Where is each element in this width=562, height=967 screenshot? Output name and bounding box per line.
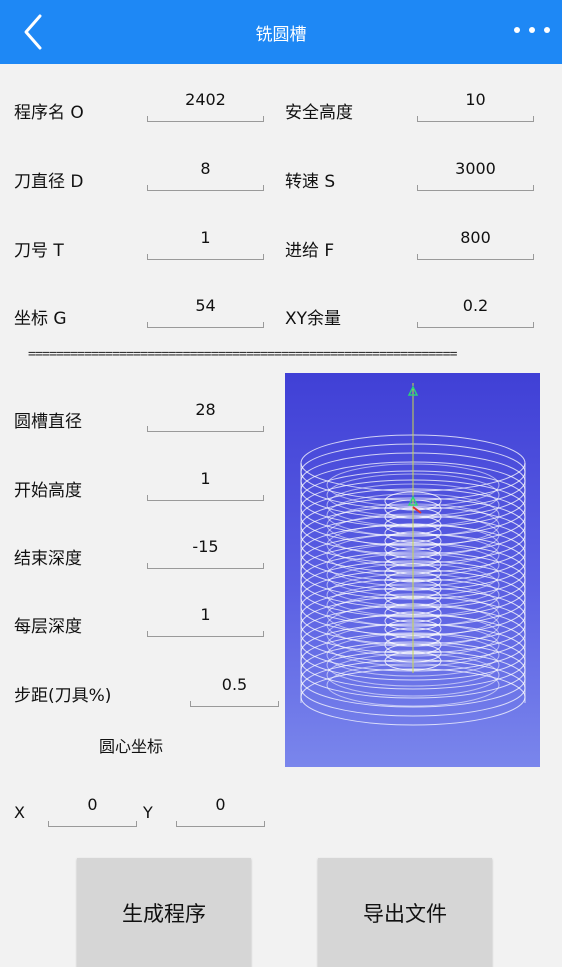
export-file-button[interactable]: 导出文件 — [318, 858, 492, 967]
step-over-field[interactable]: 0.5 — [190, 675, 279, 707]
page-title: 铣圆槽 — [255, 25, 307, 45]
program-name-label: 程序名 O — [14, 103, 84, 123]
xy-allowance-label: XY余量 — [285, 309, 342, 329]
layer-depth-label: 每层深度 — [14, 617, 82, 637]
center-y-field[interactable]: 0 — [176, 795, 265, 827]
step-over-label: 步距(刀具%) — [14, 686, 112, 706]
center-x-field[interactable]: 0 — [48, 795, 137, 827]
section-divider: ========================================… — [28, 347, 457, 362]
tool-diameter-field[interactable]: 8 — [147, 159, 264, 191]
layer-depth-field[interactable]: 1 — [147, 605, 264, 637]
toolpath-preview[interactable] — [285, 373, 540, 767]
xy-allowance-field[interactable]: 0.2 — [417, 296, 534, 328]
slot-diameter-field[interactable]: 28 — [147, 400, 264, 432]
program-name-field[interactable]: 2402 — [147, 90, 264, 122]
coordinate-field[interactable]: 54 — [147, 296, 264, 328]
safe-height-label: 安全高度 — [285, 103, 353, 123]
center-coordinate-label: 圆心坐标 — [99, 737, 164, 756]
toolpath-graphic — [300, 383, 526, 726]
safe-height-field[interactable]: 10 — [417, 90, 534, 122]
feed-field[interactable]: 800 — [417, 228, 534, 260]
tool-number-field[interactable]: 1 — [147, 228, 264, 260]
coordinate-label: 坐标 G — [14, 309, 67, 329]
center-x-label: X — [14, 803, 25, 822]
start-height-label: 开始高度 — [14, 481, 82, 501]
more-dots-icon — [514, 27, 520, 33]
end-depth-field[interactable]: -15 — [147, 537, 264, 569]
start-height-field[interactable]: 1 — [147, 469, 264, 501]
app-header: 铣圆槽 — [0, 0, 562, 64]
more-menu-button[interactable] — [512, 18, 552, 42]
tool-diameter-label: 刀直径 D — [14, 172, 84, 192]
slot-diameter-label: 圆槽直径 — [14, 412, 82, 432]
center-y-label: Y — [143, 803, 153, 822]
end-depth-label: 结束深度 — [14, 549, 82, 569]
spindle-speed-field[interactable]: 3000 — [417, 159, 534, 191]
feed-label: 进给 F — [285, 241, 335, 261]
spindle-speed-label: 转速 S — [285, 172, 336, 192]
generate-program-button[interactable]: 生成程序 — [77, 858, 251, 967]
tool-number-label: 刀号 T — [14, 241, 64, 261]
